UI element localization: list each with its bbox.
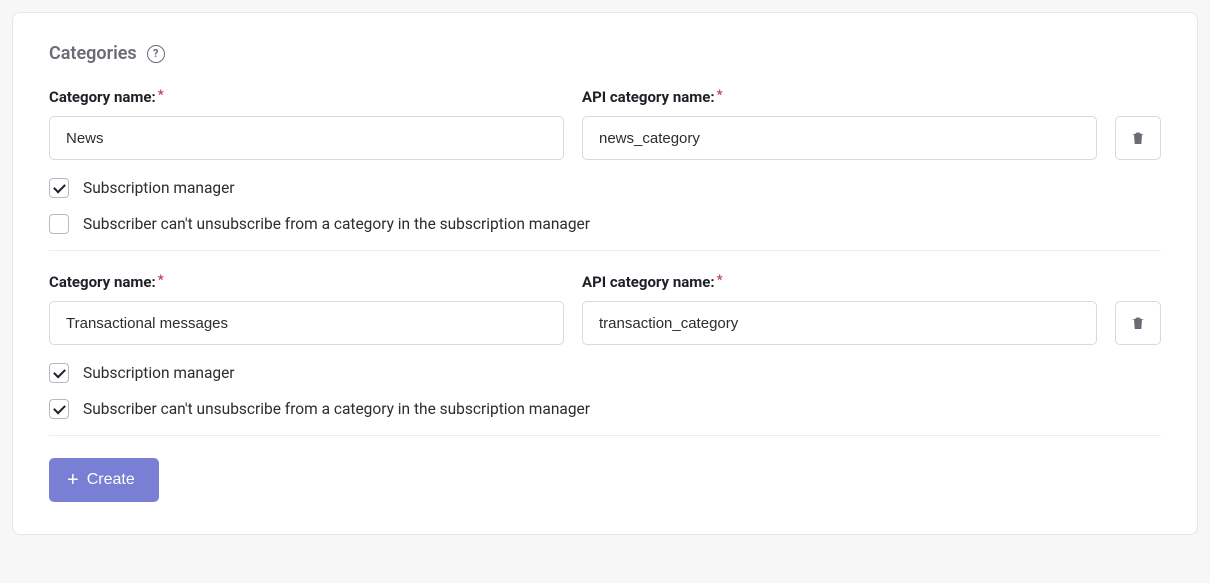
api-category-name-field: API category name:* xyxy=(582,88,1097,160)
api-category-name-label: API category name:* xyxy=(582,273,1097,291)
category-divider xyxy=(49,250,1161,251)
cant-unsubscribe-checkbox[interactable] xyxy=(49,399,69,419)
create-button-label: Create xyxy=(87,471,135,489)
api-category-name-label: API category name:* xyxy=(582,88,1097,106)
subscription-manager-label: Subscription manager xyxy=(83,364,235,382)
category-name-label: Category name:* xyxy=(49,88,564,106)
categories-panel: Categories ? Category name:* API categor… xyxy=(12,12,1198,535)
trash-icon xyxy=(1130,130,1146,146)
api-category-name-input[interactable] xyxy=(582,301,1097,345)
label-text: API category name: xyxy=(582,88,715,106)
cant-unsubscribe-checkbox[interactable] xyxy=(49,214,69,234)
category-divider xyxy=(49,435,1161,436)
subscription-manager-label: Subscription manager xyxy=(83,179,235,197)
cant-unsubscribe-label: Subscriber can't unsubscribe from a cate… xyxy=(83,215,590,233)
category-name-field: Category name:* xyxy=(49,273,564,345)
required-asterisk: * xyxy=(717,273,723,288)
cant-unsubscribe-row: Subscriber can't unsubscribe from a cate… xyxy=(49,214,1161,234)
category-name-input[interactable] xyxy=(49,301,564,345)
subscription-manager-row: Subscription manager xyxy=(49,363,1161,383)
category-name-field: Category name:* xyxy=(49,88,564,160)
required-asterisk: * xyxy=(158,88,164,103)
label-text: Category name: xyxy=(49,88,156,106)
cant-unsubscribe-label: Subscriber can't unsubscribe from a cate… xyxy=(83,400,590,418)
subscription-manager-checkbox[interactable] xyxy=(49,363,69,383)
subscription-manager-checkbox[interactable] xyxy=(49,178,69,198)
help-icon[interactable]: ? xyxy=(147,45,165,63)
required-asterisk: * xyxy=(158,273,164,288)
label-text: Category name: xyxy=(49,273,156,291)
delete-category-button[interactable] xyxy=(1115,301,1161,345)
create-button[interactable]: + Create xyxy=(49,458,159,502)
category-name-label: Category name:* xyxy=(49,273,564,291)
label-text: API category name: xyxy=(582,273,715,291)
trash-icon xyxy=(1130,315,1146,331)
required-asterisk: * xyxy=(717,88,723,103)
cant-unsubscribe-row: Subscriber can't unsubscribe from a cate… xyxy=(49,399,1161,419)
category-row: Category name:* API category name:* xyxy=(49,273,1161,345)
delete-category-button[interactable] xyxy=(1115,116,1161,160)
category-name-input[interactable] xyxy=(49,116,564,160)
subscription-manager-row: Subscription manager xyxy=(49,178,1161,198)
api-category-name-field: API category name:* xyxy=(582,273,1097,345)
api-category-name-input[interactable] xyxy=(582,116,1097,160)
plus-icon: + xyxy=(67,470,79,490)
category-row: Category name:* API category name:* xyxy=(49,88,1161,160)
panel-header: Categories ? xyxy=(49,43,1161,64)
panel-title: Categories xyxy=(49,43,137,64)
